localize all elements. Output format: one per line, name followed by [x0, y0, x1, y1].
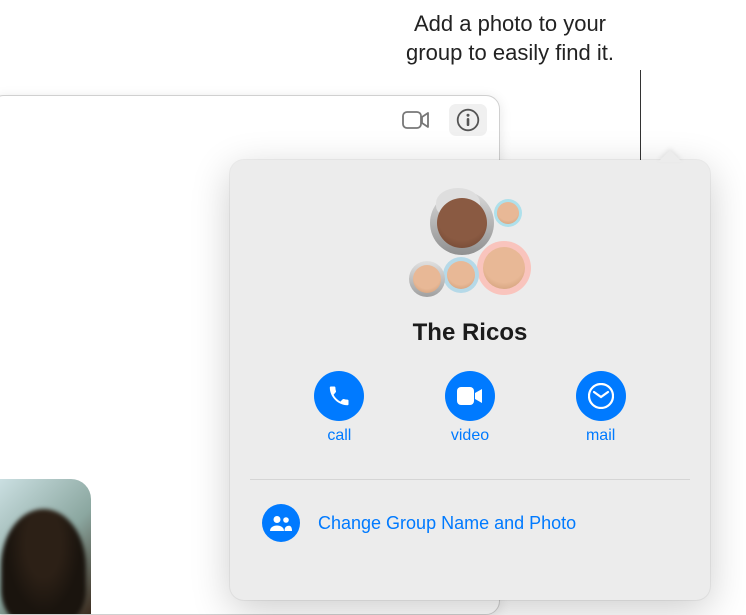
mail-icon	[588, 383, 614, 409]
details-info-button[interactable]	[449, 104, 487, 136]
mail-label: mail	[586, 427, 615, 445]
video-action-circle	[445, 371, 495, 421]
info-circle-icon	[456, 108, 480, 132]
mail-action[interactable]: mail	[576, 371, 626, 445]
conversation-toolbar	[397, 104, 487, 136]
call-label: call	[327, 427, 351, 445]
member-avatar-4	[409, 261, 445, 297]
people-icon	[270, 515, 292, 531]
member-avatar-5	[494, 199, 522, 227]
annotation-line-2: group to easily find it.	[406, 40, 614, 65]
annotation-line-1: Add a photo to your	[414, 11, 606, 36]
group-name: The Ricos	[254, 319, 686, 347]
video-icon	[457, 387, 483, 405]
video-camera-icon	[402, 110, 430, 130]
popover-arrow	[658, 150, 682, 162]
image-silhouette	[1, 509, 86, 614]
member-avatar-1	[430, 191, 494, 255]
change-group-label: Change Group Name and Photo	[318, 513, 576, 534]
action-row: call video mail	[274, 371, 666, 445]
change-group-row[interactable]: Change Group Name and Photo	[254, 498, 686, 548]
facetime-video-button[interactable]	[397, 104, 435, 136]
video-label: video	[451, 427, 489, 445]
annotation-callout: Add a photo to your group to easily find…	[360, 10, 660, 67]
conversation-shared-image[interactable]	[0, 479, 91, 614]
call-action[interactable]: call	[314, 371, 364, 445]
phone-icon	[327, 384, 351, 408]
group-avatar-cluster[interactable]	[395, 189, 545, 309]
change-group-icon-wrap	[262, 504, 300, 542]
member-avatar-2	[477, 241, 531, 295]
call-action-circle	[314, 371, 364, 421]
divider	[250, 479, 690, 480]
details-popover: The Ricos call video	[230, 160, 710, 600]
mail-action-circle	[576, 371, 626, 421]
video-action[interactable]: video	[445, 371, 495, 445]
member-avatar-3	[443, 257, 479, 293]
